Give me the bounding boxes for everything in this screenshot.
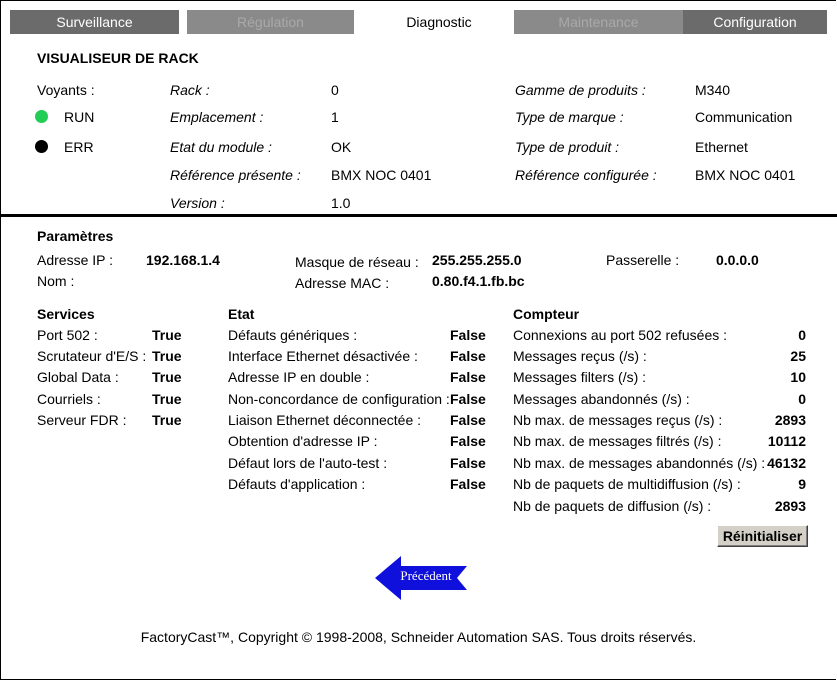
counter-value: 46132	[767, 455, 806, 471]
compteur-title: Compteur	[513, 306, 580, 322]
counter-value: 25	[790, 348, 806, 364]
emplacement-value: 1	[331, 109, 339, 125]
mask-value: 255.255.255.0	[432, 252, 522, 268]
etat-value: False	[450, 391, 486, 407]
counter-label: Connexions au port 502 refusées :	[513, 327, 728, 343]
etat-value: False	[450, 455, 486, 471]
service-value: True	[152, 412, 182, 428]
counter-value: 10	[790, 369, 806, 385]
service-label: Courriels :	[37, 391, 101, 407]
tab-maintenance: Maintenance	[514, 10, 683, 34]
tab-surveillance[interactable]: Surveillance	[10, 10, 179, 34]
etat-label: Défauts d'application :	[228, 476, 366, 492]
etat-label: Interface Ethernet désactivée :	[228, 348, 418, 364]
service-label: Port 502 :	[37, 327, 98, 343]
service-value: True	[152, 348, 182, 364]
reference-configuree-value: BMX NOC 0401	[695, 167, 796, 183]
rack-value: 0	[331, 82, 339, 98]
service-value: True	[152, 327, 182, 343]
service-label: Global Data :	[37, 369, 119, 385]
etat-value: False	[450, 412, 486, 428]
footer-copyright: FactoryCast™, Copyright © 1998-2008, Sch…	[140, 629, 697, 645]
etat-module-label: Etat du module :	[170, 139, 272, 155]
gamme-value: M340	[695, 82, 731, 98]
run-led-icon	[35, 110, 48, 123]
reference-configuree-label: Référence configurée :	[515, 167, 657, 183]
service-value: True	[152, 369, 182, 385]
mac-value: 0.80.f4.1.fb.bc	[432, 273, 525, 289]
counter-label: Nb de paquets de multidiffusion (/s) :	[513, 476, 741, 492]
etat-value: False	[450, 369, 486, 385]
reference-presente-label: Référence présente :	[170, 167, 301, 183]
reference-presente-value: BMX NOC 0401	[331, 167, 432, 183]
counter-label: Nb max. de messages reçus (/s) :	[513, 412, 723, 428]
version-value: 1.0	[331, 195, 351, 211]
err-led-icon	[35, 140, 48, 153]
version-label: Version :	[170, 195, 225, 211]
etat-label: Défaut lors de l'auto-test :	[228, 455, 388, 471]
err-label: ERR	[64, 139, 94, 155]
voyants-label: Voyants :	[37, 82, 95, 98]
gateway-value: 0.0.0.0	[716, 252, 759, 268]
type-marque-label: Type de marque :	[515, 109, 624, 125]
etat-label: Défauts génériques :	[228, 327, 358, 343]
mask-label: Masque de réseau :	[295, 254, 419, 270]
run-label: RUN	[64, 109, 95, 125]
etat-label: Non-concordance de configuration :	[228, 391, 450, 407]
counter-label: Messages reçus (/s) :	[513, 348, 647, 364]
services-title: Services	[37, 306, 95, 322]
tab-regulation: Régulation	[187, 10, 354, 34]
counter-value: 2893	[774, 412, 806, 428]
tab-bar: Surveillance Régulation Diagnostic Maint…	[10, 10, 827, 34]
etat-title: Etat	[228, 306, 255, 322]
etat-label: Obtention d'adresse IP :	[228, 433, 378, 449]
etat-value: False	[450, 327, 486, 343]
type-marque-value: Communication	[695, 109, 793, 125]
service-value: True	[152, 391, 182, 407]
nom-label: Nom :	[37, 273, 75, 289]
etat-label: Adresse IP en double :	[228, 369, 370, 385]
section-divider	[0, 214, 837, 217]
counter-label: Nb max. de messages abandonnés (/s) :	[513, 455, 766, 471]
counter-label: Nb max. de messages filtrés (/s) :	[513, 433, 722, 449]
rack-label: Rack :	[170, 82, 210, 98]
back-button-label: Précédent	[400, 568, 452, 583]
counter-value: 0	[798, 391, 806, 407]
reset-button[interactable]: Réinitialiser	[717, 525, 808, 547]
etat-label: Liaison Ethernet déconnectée :	[228, 412, 422, 428]
gamme-label: Gamme de produits :	[515, 82, 646, 98]
counter-value: 10112	[767, 433, 806, 449]
gateway-label: Passerelle :	[606, 252, 680, 268]
counter-label: Messages abandonnés (/s) :	[513, 391, 690, 407]
emplacement-label: Emplacement :	[170, 109, 264, 125]
counter-value: 0	[798, 327, 806, 343]
counter-value: 2893	[774, 498, 806, 514]
params-title: Paramètres	[37, 228, 114, 244]
counter-value: 9	[798, 476, 806, 492]
ip-value: 192.168.1.4	[146, 252, 220, 268]
etat-value: False	[450, 476, 486, 492]
service-label: Scrutateur d'E/S :	[37, 348, 147, 364]
counter-label: Messages filters (/s) :	[513, 369, 647, 385]
counter-label: Nb de paquets de diffusion (/s) :	[513, 498, 712, 514]
service-label: Serveur FDR :	[37, 412, 127, 428]
tab-diagnostic[interactable]: Diagnostic	[354, 10, 524, 34]
etat-value: False	[450, 433, 486, 449]
rack-title: VISUALISEUR DE RACK	[37, 50, 199, 66]
back-button[interactable]: Précédent	[373, 554, 469, 602]
ip-label: Adresse IP :	[37, 252, 114, 268]
type-produit-value: Ethernet	[695, 139, 748, 155]
etat-module-value: OK	[331, 139, 352, 155]
etat-value: False	[450, 348, 486, 364]
mac-label: Adresse MAC :	[295, 275, 390, 291]
type-produit-label: Type de produit :	[515, 139, 620, 155]
tab-configuration[interactable]: Configuration	[683, 10, 827, 34]
